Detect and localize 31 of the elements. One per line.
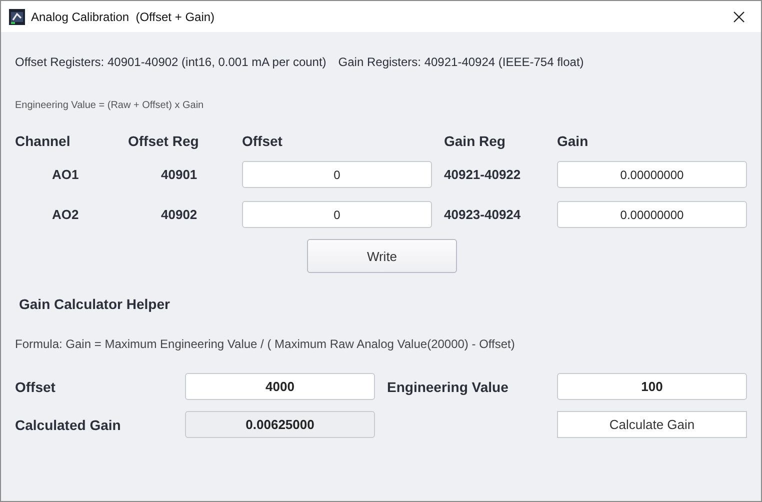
register-note: Offset Registers: 40901-40902 (int16, 0.001 mA per count) bbox=[15, 55, 326, 69]
gain-register-cell-text: 40921-40922 bbox=[444, 167, 522, 182]
write-button[interactable]: Write bbox=[307, 239, 457, 273]
app-icon bbox=[9, 8, 25, 24]
window-title: Analog Calibration (Offset + Gain) bbox=[31, 10, 216, 24]
engineering-value-label: Engineering Value bbox=[387, 378, 510, 394]
calculated-gain-label: Calculated Gain bbox=[15, 416, 122, 432]
offset-field[interactable]: 0 bbox=[242, 201, 432, 228]
column-header: Gain Reg bbox=[444, 133, 506, 149]
formula-text: Formula: Gain = Maximum Engineering Value / ( Maximum Raw Analog Value(20000) - Offset) bbox=[15, 337, 516, 351]
column-header: Offset Reg bbox=[128, 133, 200, 149]
column-header: Gain bbox=[557, 133, 590, 149]
formula-note: Engineering Value = (Raw + Offset) x Gain bbox=[15, 100, 205, 111]
register-note: Gain Registers: 40921-40924 (IEEE-754 float) bbox=[338, 55, 584, 69]
column-header: Offset bbox=[242, 133, 284, 149]
calculate-gain-button[interactable]: Calculate Gain bbox=[557, 411, 747, 438]
offset-field[interactable]: 0 bbox=[242, 161, 432, 188]
gain-field[interactable]: 0.00000000 bbox=[557, 201, 747, 228]
offset-field[interactable]: 4000 bbox=[185, 373, 375, 400]
close-icon bbox=[733, 10, 745, 22]
channel-cell-text: AO1 bbox=[51, 167, 80, 182]
column-header: Channel bbox=[15, 133, 72, 149]
offset-label: Offset bbox=[15, 378, 56, 394]
gain-field[interactable]: 0.00000000 bbox=[557, 161, 747, 188]
calculated-gain-field[interactable]: 0.00625000 bbox=[185, 411, 375, 438]
offset-register-cell-text: 40902 bbox=[160, 207, 198, 222]
offset-register-cell-text: 40901 bbox=[160, 167, 198, 182]
engineering-value-field[interactable]: 100 bbox=[557, 373, 747, 400]
section-title: Gain Calculator Helper bbox=[18, 296, 171, 312]
channel-cell-text: AO2 bbox=[51, 207, 80, 222]
gain-register-cell-text: 40923-40924 bbox=[444, 207, 522, 222]
